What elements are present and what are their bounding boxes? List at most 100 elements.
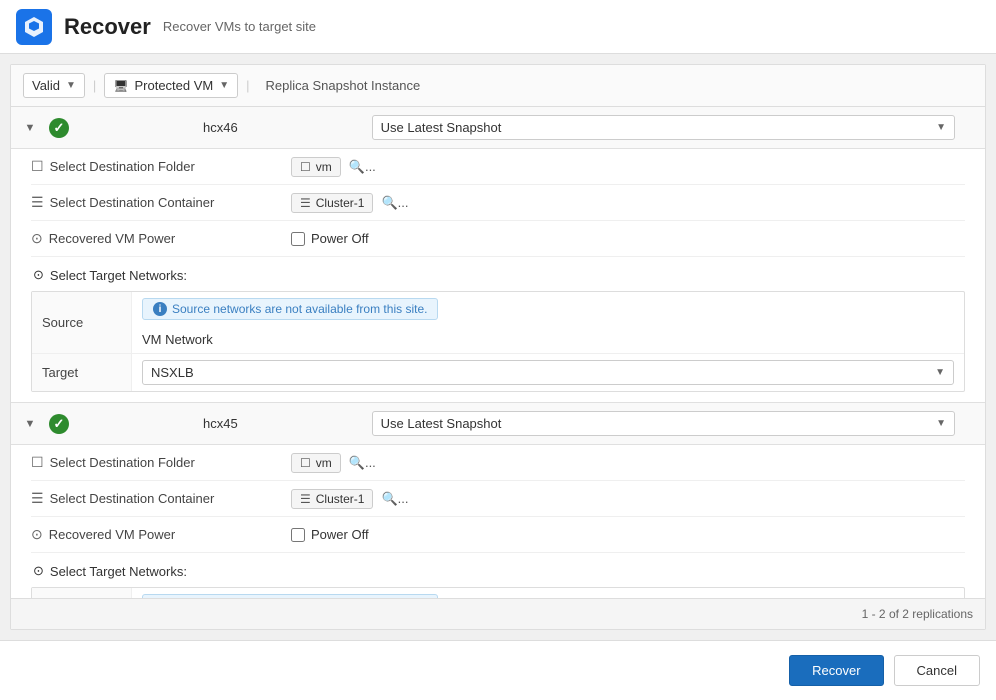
- vm2-chevron[interactable]: ▼: [21, 415, 39, 433]
- vm2-power-checkbox-row: Power Off: [291, 527, 369, 542]
- vm-icon: 🖥: [113, 79, 128, 93]
- vm1-container-value: ☰ Cluster-1 🔍...: [291, 187, 965, 219]
- vm1-net-target-label: Target: [32, 354, 132, 391]
- vm2-name: hcx45: [79, 416, 362, 431]
- vm2-detail: ☐ Select Destination Folder ☐ vm 🔍...: [11, 445, 985, 598]
- vm1-net-source-value: i Source networks are not available from…: [132, 292, 964, 353]
- vm2-net-source-label: Source: [32, 588, 132, 598]
- vm2-container-row: ☰ Select Destination Container ☰ Cluster…: [31, 481, 965, 517]
- vm2-power-option: Power Off: [311, 527, 369, 542]
- vm1-target-arrow: ▼: [935, 367, 945, 378]
- vm2-snapshot-label: Use Latest Snapshot: [381, 416, 502, 431]
- vm1-source-info-text: Source networks are not available from t…: [172, 302, 427, 316]
- vm1-folder-value: ☐ vm 🔍...: [291, 151, 965, 183]
- vm-section-1: ▼ ✓ hcx46 Use Latest Snapshot ▼ ☐ Select…: [11, 107, 985, 403]
- folder-tag-icon-1: ☐: [300, 160, 311, 174]
- vm2-status: ✓: [49, 414, 69, 434]
- filter-sep2: |: [246, 78, 249, 93]
- vm1-container-row: ☰ Select Destination Container ☰ Cluster…: [31, 185, 965, 221]
- vm1-power-checkbox-row: Power Off: [291, 231, 369, 246]
- vm1-net-target-row: Target NSXLB ▼: [32, 354, 964, 391]
- vm1-chevron[interactable]: ▼: [21, 119, 39, 137]
- vm2-folder-label: ☐ Select Destination Folder: [31, 448, 291, 477]
- snapshot-filter-label: Replica Snapshot Instance: [258, 74, 429, 97]
- power-icon-1: ⊙: [31, 230, 43, 247]
- vm1-power-label: ⊙ Recovered VM Power: [31, 224, 291, 253]
- vm2-net-source-value: i Source networks are not available from…: [132, 588, 964, 598]
- folder-icon-2: ☐: [31, 454, 44, 471]
- vm2-container-label: ☰ Select Destination Container: [31, 484, 291, 513]
- replication-count: 1 - 2 of 2 replications: [862, 607, 973, 621]
- bottom-bar: Recover Cancel: [0, 640, 996, 700]
- vm1-power-checkbox[interactable]: [291, 232, 305, 246]
- vm2-folder-row: ☐ Select Destination Folder ☐ vm 🔍...: [31, 445, 965, 481]
- vm1-target-select[interactable]: NSXLB ▼: [142, 360, 954, 385]
- vm1-container-search[interactable]: 🔍...: [381, 195, 408, 211]
- vm1-power-row: ⊙ Recovered VM Power Power Off: [31, 221, 965, 257]
- vm2-header: ▼ ✓ hcx45 Use Latest Snapshot ▼: [11, 403, 985, 445]
- container-tag-icon-2: ☰: [300, 492, 311, 506]
- folder-tag-icon-2: ☐: [300, 456, 311, 470]
- vm1-net-source-label: Source: [32, 292, 132, 353]
- vm2-networks-title: ⊙ Select Target Networks:: [31, 563, 965, 579]
- networks-icon-1: ⊙: [33, 267, 44, 283]
- networks-icon-2: ⊙: [33, 563, 44, 579]
- vm2-source-info-badge: i Source networks are not available from…: [142, 594, 438, 598]
- vm-type-filter[interactable]: 🖥 Protected VM ▼: [104, 73, 238, 98]
- vm2-container-search[interactable]: 🔍...: [381, 491, 408, 507]
- vm1-vm-network: VM Network: [142, 332, 213, 347]
- vm1-header: ▼ ✓ hcx46 Use Latest Snapshot ▼: [11, 107, 985, 149]
- vm1-folder-tag[interactable]: ☐ vm: [291, 157, 341, 177]
- recover-button[interactable]: Recover: [789, 655, 883, 686]
- vm2-power-row: ⊙ Recovered VM Power Power Off: [31, 517, 965, 553]
- vm2-container-tag[interactable]: ☰ Cluster-1: [291, 489, 373, 509]
- app-title: Recover: [64, 14, 151, 40]
- filter-sep1: |: [93, 78, 96, 93]
- vm2-networks-table: Source i Source networks are not availab…: [31, 587, 965, 598]
- vm1-snapshot-label: Use Latest Snapshot: [381, 120, 502, 135]
- vm1-name: hcx46: [79, 120, 362, 135]
- vm2-folder-tag[interactable]: ☐ vm: [291, 453, 341, 473]
- vm-type-filter-label: Protected VM: [134, 78, 213, 93]
- folder-icon-1: ☐: [31, 158, 44, 175]
- vm-type-filter-arrow: ▼: [219, 80, 229, 91]
- app-logo: [16, 9, 52, 45]
- app-header: Recover Recover VMs to target site: [0, 0, 996, 54]
- vm-scroll-area[interactable]: ▼ ✓ hcx46 Use Latest Snapshot ▼ ☐ Select…: [11, 107, 985, 598]
- vm2-container-value: ☰ Cluster-1 🔍...: [291, 483, 965, 515]
- vm-section-2: ▼ ✓ hcx45 Use Latest Snapshot ▼ ☐ Select…: [11, 403, 985, 598]
- vm1-status: ✓: [49, 118, 69, 138]
- main-panel: Valid ▼ | 🖥 Protected VM ▼ | Replica Sna…: [10, 64, 986, 630]
- vm1-networks: ⊙ Select Target Networks: Source i Sourc…: [31, 267, 965, 392]
- vm1-folder-search[interactable]: 🔍...: [349, 159, 376, 175]
- vm1-source-info-badge: i Source networks are not available from…: [142, 298, 438, 320]
- cancel-button[interactable]: Cancel: [894, 655, 980, 686]
- vm1-power-option: Power Off: [311, 231, 369, 246]
- vm2-folder-search[interactable]: 🔍...: [349, 455, 376, 471]
- vm2-net-source-row: Source i Source networks are not availab…: [32, 588, 964, 598]
- vm2-power-label: ⊙ Recovered VM Power: [31, 520, 291, 549]
- vm1-container-tag[interactable]: ☰ Cluster-1: [291, 193, 373, 213]
- container-icon-1: ☰: [31, 194, 44, 211]
- power-icon-2: ⊙: [31, 526, 43, 543]
- vm1-folder-label: ☐ Select Destination Folder: [31, 152, 291, 181]
- filter-bar: Valid ▼ | 🖥 Protected VM ▼ | Replica Sna…: [11, 65, 985, 107]
- vm2-networks: ⊙ Select Target Networks: Source i Sourc…: [31, 563, 965, 598]
- vm1-folder-row: ☐ Select Destination Folder ☐ vm 🔍...: [31, 149, 965, 185]
- vm1-snapshot-select[interactable]: Use Latest Snapshot ▼: [372, 115, 955, 140]
- vm1-target-value: NSXLB: [151, 365, 194, 380]
- vm2-power-checkbox[interactable]: [291, 528, 305, 542]
- valid-filter-label: Valid: [32, 78, 60, 93]
- valid-filter[interactable]: Valid ▼: [23, 73, 85, 98]
- vm2-power-value: Power Off: [291, 521, 965, 548]
- vm2-snapshot-select[interactable]: Use Latest Snapshot ▼: [372, 411, 955, 436]
- vm1-container-label: ☰ Select Destination Container: [31, 188, 291, 217]
- vm1-networks-table: Source i Source networks are not availab…: [31, 291, 965, 392]
- vm1-networks-title: ⊙ Select Target Networks:: [31, 267, 965, 283]
- vm1-detail: ☐ Select Destination Folder ☐ vm 🔍...: [11, 149, 985, 392]
- page-footer: 1 - 2 of 2 replications: [11, 598, 985, 629]
- container-icon-2: ☰: [31, 490, 44, 507]
- app-subtitle: Recover VMs to target site: [163, 19, 316, 34]
- vm1-power-value: Power Off: [291, 225, 965, 252]
- valid-filter-arrow: ▼: [66, 80, 76, 91]
